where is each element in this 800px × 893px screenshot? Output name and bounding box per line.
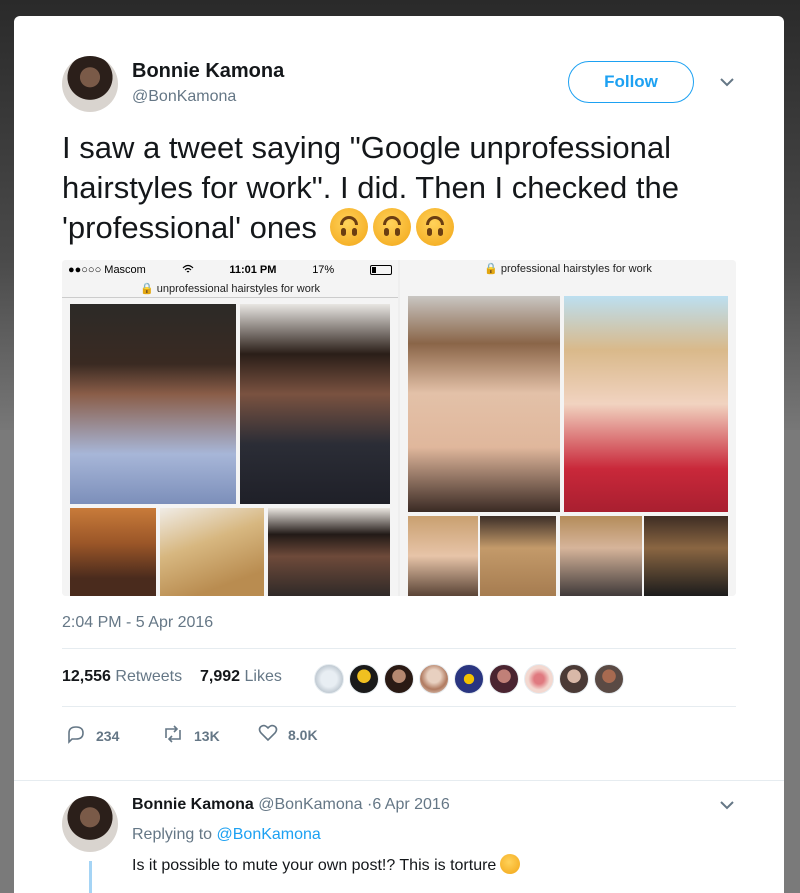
retweet-action[interactable]: 13K (162, 724, 220, 747)
heart-icon[interactable] (258, 724, 288, 745)
liker-avatar[interactable] (489, 664, 519, 694)
liker-avatar[interactable] (594, 664, 624, 694)
liker-avatar[interactable] (524, 664, 554, 694)
liker-avatar[interactable] (384, 664, 414, 694)
reply-body: Is it possible to mute your own post!? T… (132, 857, 497, 874)
tweet-media[interactable]: ●●○○○ Mascom 11:01 PM 17% 🔒 unprofession… (62, 260, 736, 596)
image-result[interactable] (480, 516, 556, 596)
replying-handle-link[interactable]: @BonKamona (217, 826, 321, 843)
like-count: 8.0K (288, 726, 318, 743)
author-handle[interactable]: @BonKamona (132, 88, 236, 106)
reply-text: Is it possible to mute your own post!? T… (132, 854, 521, 875)
liker-avatar[interactable] (349, 664, 379, 694)
upside-down-face-emoji-icon (373, 208, 412, 246)
image-result[interactable] (268, 508, 390, 596)
tweet-body: I saw a tweet saying "Google unprofessio… (62, 130, 679, 245)
liker-avatar[interactable] (559, 664, 589, 694)
url-bar[interactable]: 🔒 professional hairstyles for work (400, 260, 736, 278)
tweet-text: I saw a tweet saying "Google unprofessio… (62, 128, 752, 248)
divider (62, 648, 736, 649)
retweets-label: Retweets (115, 668, 183, 685)
chevron-down-icon[interactable] (720, 800, 734, 812)
liker-avatar[interactable] (314, 664, 344, 694)
liker-avatar[interactable] (454, 664, 484, 694)
phone-status-bar: ●●○○○ Mascom 11:01 PM 17% (62, 260, 398, 280)
follow-button[interactable]: Follow (568, 61, 694, 103)
url-text: unprofessional hairstyles for work (156, 283, 320, 295)
replying-to: Replying to @BonKamona (132, 826, 321, 844)
image-result[interactable] (564, 296, 728, 512)
replying-prefix: Replying to (132, 826, 213, 843)
liker-avatar[interactable] (419, 664, 449, 694)
retweets-count: 12,556 (62, 668, 111, 685)
weary-face-emoji-icon (500, 854, 521, 874)
carrier-label: ●●○○○ Mascom (68, 264, 146, 276)
divider (62, 706, 736, 707)
reply-author-name[interactable]: Bonnie Kamona (132, 796, 254, 813)
reply-count: 234 (96, 727, 120, 744)
reply-header: Bonnie Kamona @BonKamona ·6 Apr 2016 (132, 796, 450, 814)
reply-author-avatar[interactable] (62, 796, 118, 852)
wifi-icon (182, 264, 194, 277)
battery-label: 17% (312, 264, 335, 276)
upside-down-face-emoji-icon (416, 208, 455, 246)
image-result[interactable] (240, 304, 390, 504)
image-result[interactable] (644, 516, 728, 596)
liker-avatars (314, 664, 629, 694)
likes-label: Likes (244, 668, 282, 685)
retweet-icon[interactable] (162, 724, 194, 747)
author-name[interactable]: Bonnie Kamona (132, 60, 284, 83)
reply-action[interactable]: 234 (66, 724, 119, 747)
battery-icon (369, 265, 392, 275)
chevron-down-icon[interactable] (720, 77, 734, 89)
likes-count: 7,992 (200, 668, 241, 685)
image-result[interactable] (408, 516, 478, 596)
image-result[interactable] (408, 296, 560, 512)
clock-label: 11:01 PM (229, 264, 277, 276)
url-text: professional hairstyles for work (500, 263, 652, 275)
image-result[interactable] (70, 508, 156, 596)
like-action[interactable]: 8.0K (258, 724, 318, 745)
screenshot-professional[interactable]: 🔒 professional hairstyles for work (400, 260, 736, 596)
tweet-card: Bonnie Kamona @BonKamona Follow I saw a … (14, 16, 784, 893)
lock-icon: 🔒 (484, 263, 498, 275)
tweet-timestamp[interactable]: 2:04 PM - 5 Apr 2016 (62, 614, 213, 632)
retweets-stat[interactable]: 12,556 Retweets (62, 668, 182, 686)
image-result[interactable] (70, 304, 236, 504)
reply-meta[interactable]: @BonKamona ·6 Apr 2016 (258, 796, 449, 813)
screenshot-unprofessional[interactable]: ●●○○○ Mascom 11:01 PM 17% 🔒 unprofession… (62, 260, 398, 596)
section-separator (14, 780, 784, 781)
likes-stat[interactable]: 7,992 Likes (200, 668, 282, 686)
image-result[interactable] (560, 516, 642, 596)
url-bar[interactable]: 🔒 unprofessional hairstyles for work (62, 280, 398, 298)
retweet-count: 13K (194, 727, 220, 744)
thread-line (89, 861, 92, 893)
upside-down-face-emoji-icon (330, 208, 369, 246)
lock-icon: 🔒 (139, 283, 154, 295)
image-result[interactable] (160, 508, 264, 596)
author-avatar[interactable] (62, 56, 118, 112)
reply-icon[interactable] (66, 724, 96, 747)
